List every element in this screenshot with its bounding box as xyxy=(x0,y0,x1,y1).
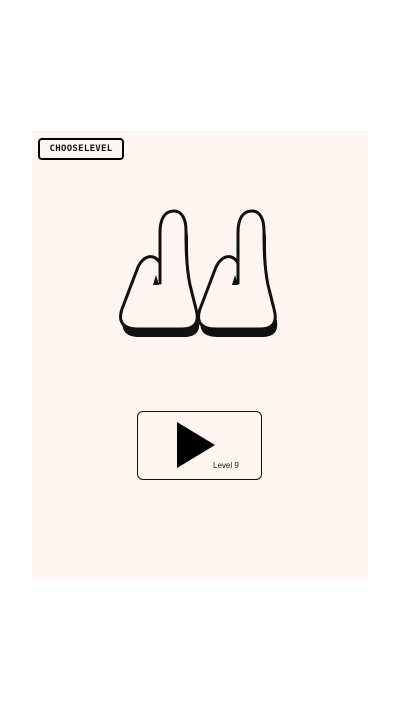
double-hand-logo-icon xyxy=(119,209,278,337)
play-triangle-icon xyxy=(177,422,215,468)
game-area: CHOOSELEVEL Level 9 xyxy=(32,131,368,579)
game-screen: CHOOSELEVEL Level 9 xyxy=(0,0,400,711)
level-label: Level 9 xyxy=(213,461,239,470)
choose-level-button[interactable]: CHOOSELEVEL xyxy=(38,138,124,160)
play-button[interactable]: Level 9 xyxy=(137,411,262,480)
choose-level-label: CHOOSELEVEL xyxy=(49,144,113,154)
